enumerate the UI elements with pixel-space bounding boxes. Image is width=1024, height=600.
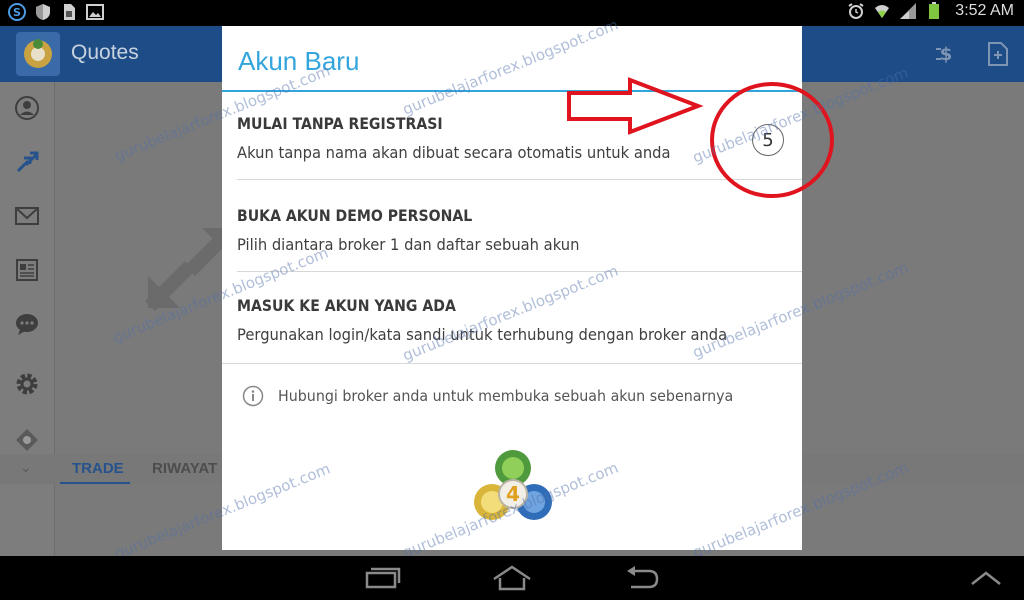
- option-title: MASUK KE AKUN YANG ADA: [237, 296, 456, 315]
- info-row: Hubungi broker anda untuk membuka sebuah…: [242, 384, 757, 408]
- new-account-dialog: Akun Baru MULAI TANPA REGISTRASI Akun ta…: [222, 26, 802, 550]
- info-icon: [242, 385, 264, 407]
- status-right-icons: 3:52 AM: [847, 2, 1014, 20]
- back-icon[interactable]: [622, 562, 662, 594]
- option-description: Pergunakan login/kata sandi untuk terhub…: [237, 325, 728, 344]
- tab-trade[interactable]: TRADE: [72, 460, 124, 477]
- battery-icon: [925, 2, 943, 20]
- side-navigation: [0, 82, 55, 556]
- chat-icon[interactable]: [13, 310, 41, 338]
- option-description: Akun tanpa nama akan dibuat secara otoma…: [237, 143, 671, 162]
- s-app-icon: S: [8, 3, 26, 21]
- info-text: Hubungi broker anda untuk membuka sebuah…: [278, 387, 734, 405]
- countdown-timer: 5: [752, 124, 784, 156]
- divider: [237, 271, 802, 272]
- image-icon: [86, 3, 104, 21]
- account-icon[interactable]: [13, 94, 41, 122]
- logo-number: 4: [506, 482, 520, 506]
- option-login-existing-account[interactable]: MASUK KE AKUN YANG ADA Pergunakan login/…: [237, 274, 802, 362]
- status-left-icons: S: [8, 3, 104, 21]
- metatrader-logo-icon: 4: [474, 450, 552, 520]
- recent-apps-icon[interactable]: [362, 562, 402, 594]
- chevron-down-icon[interactable]: ⌄: [20, 460, 32, 476]
- mail-icon[interactable]: [13, 202, 41, 230]
- divider: [237, 179, 802, 180]
- option-title: BUKA AKUN DEMO PERSONAL: [237, 206, 473, 225]
- app-logo-icon[interactable]: [16, 32, 60, 76]
- option-description: Pilih diantara broker 1 dan daftar sebua…: [237, 235, 580, 254]
- add-document-icon[interactable]: [984, 40, 1012, 68]
- page-title: Quotes: [71, 41, 139, 64]
- svg-text:S: S: [13, 6, 21, 19]
- shield-icon: [34, 3, 52, 21]
- dialog-title: Akun Baru: [238, 46, 360, 76]
- svg-text:$: $: [940, 44, 953, 65]
- clock: 3:52 AM: [955, 2, 1014, 19]
- collapse-icon[interactable]: [966, 562, 1006, 594]
- status-bar: S 3:52 AM: [0, 0, 1024, 26]
- system-navigation-bar: [0, 556, 1024, 600]
- signal-icon: [899, 2, 917, 20]
- divider: [222, 363, 802, 364]
- currency-icon[interactable]: $: [932, 40, 960, 68]
- option-title: MULAI TANPA REGISTRASI: [237, 114, 443, 133]
- option-start-without-registration[interactable]: MULAI TANPA REGISTRASI Akun tanpa nama a…: [237, 92, 802, 180]
- active-tab-indicator: [60, 482, 130, 484]
- home-icon[interactable]: [492, 562, 532, 594]
- alarm-icon: [847, 2, 865, 20]
- settings-icon[interactable]: [13, 370, 41, 398]
- wifi-icon: [873, 2, 891, 20]
- sim-icon: [60, 3, 78, 21]
- option-open-demo-account[interactable]: BUKA AKUN DEMO PERSONAL Pilih diantara b…: [237, 184, 802, 272]
- tab-riwayat[interactable]: RIWAYAT: [152, 460, 217, 477]
- mql-icon[interactable]: [13, 426, 41, 454]
- news-icon[interactable]: [13, 256, 41, 284]
- quotes-icon[interactable]: [13, 148, 41, 176]
